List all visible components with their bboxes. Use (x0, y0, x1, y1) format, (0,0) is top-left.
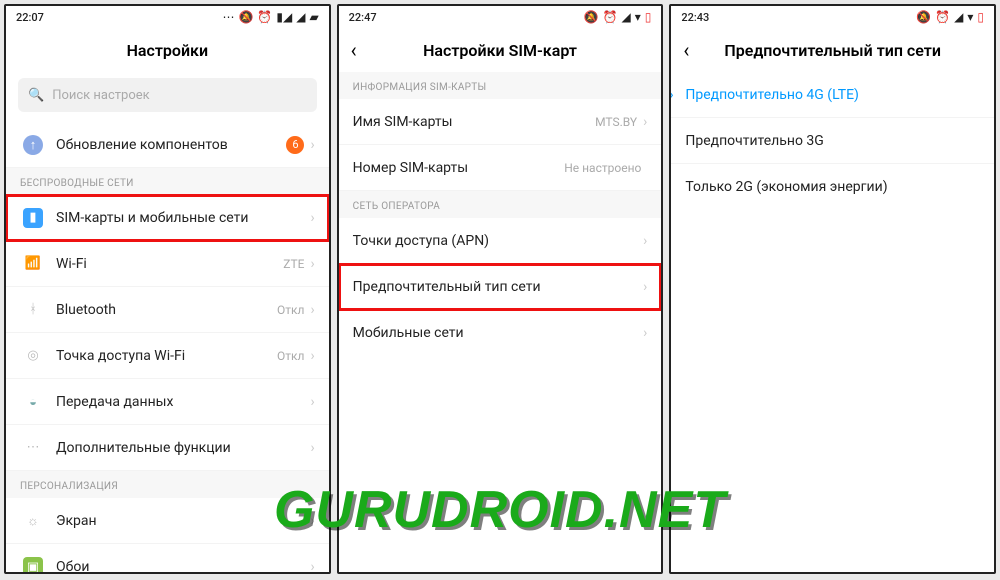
header: ‹ Предпочтительный тип сети (671, 28, 994, 72)
row-preferred-network[interactable]: Предпочтительный тип сети › (339, 264, 662, 310)
apn-label: Точки доступа (APN) (353, 233, 643, 249)
hotspot-label: Точка доступа Wi-Fi (56, 348, 277, 364)
chevron-right-icon: › (643, 233, 647, 249)
update-icon: ↑ (23, 135, 43, 155)
sim-label: SIM-карты и мобильные сети (56, 210, 310, 226)
row-more[interactable]: ⋯ Дополнительные функции › (6, 425, 329, 471)
phone-network-type: 22:43 🔕⏰◢▾▯ ‹ Предпочтительный тип сети … (669, 4, 996, 574)
more-icon: ⋯ (23, 438, 43, 458)
search-icon: 🔍 (28, 88, 44, 103)
sim-settings-list: ИНФОРМАЦИЯ SIM-КАРТЫ Имя SIM-карты MTS.B… (339, 72, 662, 572)
phone-sim-settings: 22:47 🔕⏰◢▾▯ ‹ Настройки SIM-карт ИНФОРМА… (337, 4, 664, 574)
data-label: Передача данных (56, 394, 310, 410)
bluetooth-icon: ᚼ (23, 300, 43, 320)
bt-label: Bluetooth (56, 302, 277, 318)
hotspot-icon: ◎ (23, 346, 43, 366)
wallpaper-icon: ▣ (23, 557, 43, 572)
more-label: Дополнительные функции (56, 440, 310, 456)
chevron-right-icon: › (310, 394, 314, 410)
header: ‹ Настройки SIM-карт (339, 28, 662, 72)
opt-2g-label: Только 2G (экономия энергии) (685, 179, 980, 195)
status-bar: 22:47 🔕⏰◢▾▯ (339, 6, 662, 28)
row-sim-networks[interactable]: ▮ SIM-карты и мобильные сети › (6, 195, 329, 241)
section-operator: СЕТЬ ОПЕРАТОРА (339, 191, 662, 218)
chevron-right-icon: › (310, 513, 314, 529)
row-bluetooth[interactable]: ᚼ Bluetooth Откл › (6, 287, 329, 333)
back-button[interactable]: ‹ (351, 38, 357, 62)
status-icons: 🔕⏰◢▾▯ (916, 11, 984, 23)
status-icons: 🔕⏰◢▾▯ (584, 11, 652, 23)
status-icons: ⋯🔕⏰▮◢◢▰ (222, 11, 318, 23)
chevron-right-icon: › (310, 302, 314, 318)
back-button[interactable]: ‹ (683, 38, 689, 62)
sim-name-value: MTS.BY (595, 115, 637, 129)
wifi-value: ZTE (283, 257, 304, 271)
row-sim-number[interactable]: Номер SIM-карты Не настроено (339, 145, 662, 191)
update-badge: 6 (286, 136, 304, 154)
chevron-right-icon: › (643, 279, 647, 295)
sim-icon: ▮ (23, 208, 43, 228)
row-data-usage[interactable]: ◒ Передача данных › (6, 379, 329, 425)
option-4g[interactable]: › Предпочтительно 4G (LTE) (671, 72, 994, 118)
display-icon: ☼ (23, 511, 43, 531)
display-label: Экран (56, 513, 310, 529)
phone-settings: 22:07 ⋯🔕⏰▮◢◢▰ Настройки 🔍 Поиск настроек… (4, 4, 331, 574)
option-2g[interactable]: Только 2G (экономия энергии) (671, 164, 994, 210)
wifi-label: Wi-Fi (56, 256, 283, 272)
row-apn[interactable]: Точки доступа (APN) › (339, 218, 662, 264)
row-wallpaper[interactable]: ▣ Обои › (6, 544, 329, 572)
status-time: 22:47 (349, 11, 377, 24)
chevron-right-icon: › (310, 137, 314, 153)
row-sim-name[interactable]: Имя SIM-карты MTS.BY › (339, 99, 662, 145)
row-display[interactable]: ☼ Экран › (6, 498, 329, 544)
chevron-right-icon: › (310, 210, 314, 226)
network-type-list: › Предпочтительно 4G (LTE) Предпочтитель… (671, 72, 994, 572)
chevron-right-icon: › (671, 87, 673, 103)
opt-4g-label: Предпочтительно 4G (LTE) (685, 87, 980, 103)
wallpaper-label: Обои (56, 559, 310, 572)
bt-value: Откл (277, 303, 304, 317)
wifi-icon: 📶 (23, 254, 43, 274)
status-bar: 22:07 ⋯🔕⏰▮◢◢▰ (6, 6, 329, 28)
search-input[interactable]: 🔍 Поиск настроек (18, 78, 317, 112)
mobile-net-label: Мобильные сети (353, 325, 643, 341)
section-personalization: ПЕРСОНАЛИЗАЦИЯ (6, 471, 329, 498)
chevron-right-icon: › (310, 256, 314, 272)
row-wifi[interactable]: 📶 Wi-Fi ZTE › (6, 241, 329, 287)
chevron-right-icon: › (643, 325, 647, 341)
chevron-right-icon: › (310, 348, 314, 364)
sim-number-label: Номер SIM-карты (353, 160, 565, 176)
settings-list: ↑ Обновление компонентов 6 › БЕСПРОВОДНЫ… (6, 122, 329, 572)
section-sim-info: ИНФОРМАЦИЯ SIM-КАРТЫ (339, 72, 662, 99)
sim-name-label: Имя SIM-карты (353, 114, 595, 130)
chevron-right-icon: › (310, 440, 314, 456)
row-mobile-networks[interactable]: Мобильные сети › (339, 310, 662, 356)
data-icon: ◒ (23, 392, 43, 412)
row-hotspot[interactable]: ◎ Точка доступа Wi-Fi Откл › (6, 333, 329, 379)
option-3g[interactable]: Предпочтительно 3G (671, 118, 994, 164)
search-placeholder: Поиск настроек (52, 88, 150, 103)
pref-net-label: Предпочтительный тип сети (353, 279, 643, 295)
header: Настройки (6, 28, 329, 72)
sim-number-value: Не настроено (564, 161, 641, 175)
opt-3g-label: Предпочтительно 3G (685, 133, 980, 149)
hotspot-value: Откл (277, 349, 304, 363)
status-time: 22:07 (16, 11, 44, 24)
row-update[interactable]: ↑ Обновление компонентов 6 › (6, 122, 329, 168)
section-wireless: БЕСПРОВОДНЫЕ СЕТИ (6, 168, 329, 195)
chevron-right-icon: › (643, 114, 647, 130)
status-bar: 22:43 🔕⏰◢▾▯ (671, 6, 994, 28)
chevron-right-icon: › (310, 559, 314, 572)
status-time: 22:43 (681, 11, 709, 24)
page-title: Настройки SIM-карт (423, 41, 577, 60)
page-title: Настройки (127, 41, 209, 60)
update-label: Обновление компонентов (56, 137, 286, 153)
page-title: Предпочтительный тип сети (724, 41, 941, 60)
